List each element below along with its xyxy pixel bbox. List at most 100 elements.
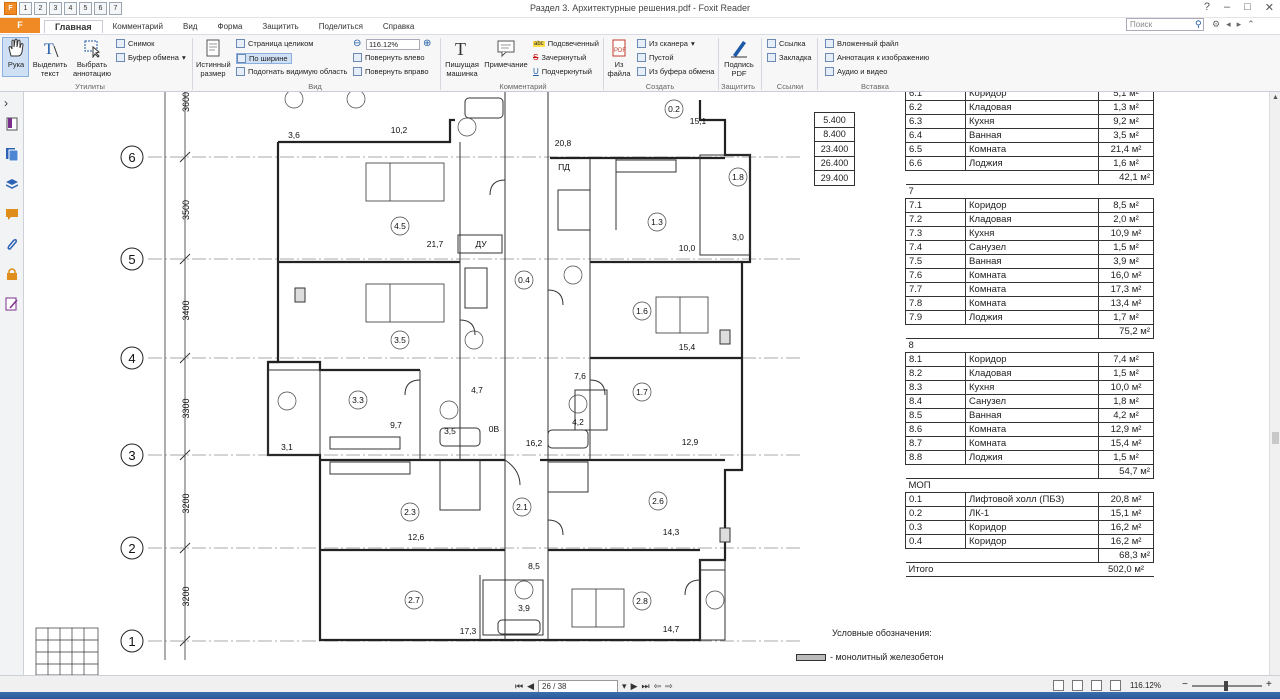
table-row: 75,2 м² (905, 324, 1154, 339)
hand-icon (8, 38, 24, 57)
from-file-button[interactable]: PDF Из файла (606, 38, 632, 78)
gear-icon[interactable]: ⚙ (1212, 19, 1220, 30)
tab-6[interactable]: Справка (373, 20, 424, 33)
zoom-field[interactable]: 116.12% (366, 39, 420, 50)
page-dropdown-icon[interactable]: ▾ (622, 681, 627, 692)
from-clipboard-button[interactable]: Из буфера обмена (637, 67, 714, 76)
rotate-right-button[interactable]: Повернуть вправо (353, 67, 429, 76)
facing-icon[interactable] (1091, 680, 1102, 691)
signature-panel-icon[interactable] (4, 296, 20, 312)
highlight-button[interactable]: abc Подсвеченный (533, 39, 599, 48)
zoom-out-icon[interactable]: ⊖ (353, 38, 361, 49)
blank-page-icon (637, 53, 646, 62)
scroll-up-icon[interactable]: ▲ (1272, 94, 1279, 101)
group-links: Ссылки (776, 82, 804, 91)
maximize-icon[interactable]: □ (1244, 1, 1251, 14)
tab-label: Форма (217, 22, 243, 31)
rotate-left-button[interactable]: Повернуть влево (353, 53, 425, 62)
link-button[interactable]: Ссылка (767, 39, 806, 48)
table-cell: 54,7 м² (1098, 464, 1154, 479)
pages-panel-icon[interactable] (4, 146, 20, 162)
bookmarks-panel-icon[interactable] (4, 116, 20, 132)
forward-icon[interactable]: ▸ (1237, 19, 1242, 30)
zoom-slider[interactable] (1192, 681, 1262, 691)
zoom-in-icon[interactable]: ⊕ (423, 38, 431, 49)
layers-panel-icon[interactable] (4, 176, 20, 192)
attachments-panel-icon[interactable] (4, 236, 20, 252)
comments-panel-icon[interactable] (4, 206, 20, 222)
zoom-slider-knob[interactable] (1224, 681, 1228, 691)
select-text-button[interactable]: T Выделить текст (32, 38, 68, 78)
attachment-button[interactable]: Вложенный файл (825, 39, 899, 48)
tab-3[interactable]: Форма (207, 20, 252, 33)
continuous-icon[interactable] (1072, 680, 1083, 691)
help-icon[interactable]: ? (1204, 1, 1210, 14)
file-tab[interactable]: F (0, 18, 40, 33)
search-icon[interactable]: ⚲ (1195, 19, 1202, 30)
next-view-icon[interactable]: ⇨ (665, 681, 673, 692)
search-input[interactable]: Поиск (1126, 18, 1204, 31)
image-annotation-button[interactable]: Аннотация к изображению (825, 53, 929, 62)
collapse-ribbon-icon[interactable]: ⌃ (1247, 19, 1255, 30)
vertical-scrollbar[interactable]: ▲ (1269, 92, 1280, 675)
highlight-icon: abc (533, 40, 545, 47)
table-cell: Лифтовой холл (ПБЗ) (965, 492, 1099, 507)
typewriter-button[interactable]: T Пишущая машинка (443, 38, 481, 78)
tab-4[interactable]: Защитить (252, 20, 308, 33)
actual-size-button[interactable]: Истинный размер (196, 38, 231, 78)
table-cell: 8.4 (905, 394, 966, 409)
tab-0[interactable]: Главная (44, 20, 103, 33)
last-page-icon[interactable]: ⏭ (641, 681, 649, 692)
table-cell: Комната (965, 296, 1099, 311)
underline-button[interactable]: U Подчеркнутый (533, 67, 592, 76)
table-cell: Лоджия (965, 156, 1099, 171)
document-view[interactable]: 654321 360035003400330032003200 421,742,… (24, 92, 1269, 675)
strikeout-button[interactable]: S Зачеркнутый (533, 53, 586, 62)
close-icon[interactable]: ✕ (1265, 1, 1274, 14)
prev-view-icon[interactable]: ⇦ (654, 681, 662, 692)
tab-5[interactable]: Поделиться (309, 20, 373, 33)
minimize-icon[interactable]: – (1224, 1, 1230, 14)
lock-icon[interactable] (4, 266, 20, 282)
select-arrow-icon (84, 40, 101, 58)
tab-2[interactable]: Вид (173, 20, 207, 33)
plan-label: 4,7 (471, 385, 483, 395)
hand-tool-button[interactable]: Рука (3, 38, 29, 69)
status-zoom[interactable]: 116.12% (1130, 681, 1161, 690)
fit-visible-button[interactable]: Подогнать видимую область (236, 67, 347, 76)
zoom-in-status-icon[interactable]: + (1266, 679, 1272, 690)
fit-width-button[interactable]: По ширине (236, 53, 292, 64)
scanner-icon (637, 39, 646, 48)
prev-page-icon[interactable]: ◀ (527, 681, 534, 692)
from-scanner-button[interactable]: Из сканера ▾ (637, 39, 695, 48)
next-page-icon[interactable]: ▶ (631, 681, 638, 692)
sign-pdf-button[interactable]: Подпись PDF (721, 38, 757, 78)
note-button[interactable]: Примечание (484, 38, 528, 69)
plan-label: 1.3 (651, 217, 663, 227)
single-page-icon[interactable] (1053, 680, 1064, 691)
zoom-out-status-icon[interactable]: − (1182, 679, 1188, 690)
table-cell: Коридор (965, 520, 1099, 535)
table-row: Итого 502,0 м² (905, 562, 1154, 577)
table-cell: МОП (905, 478, 966, 493)
navigation-sidebar: › (0, 92, 24, 675)
collapse-panel-icon[interactable]: › (4, 96, 20, 112)
back-icon[interactable]: ◂ (1226, 19, 1231, 30)
first-page-icon[interactable]: ⏮ (515, 681, 523, 692)
snapshot-button[interactable]: Снимок (116, 39, 154, 48)
blank-button[interactable]: Пустой (637, 53, 674, 62)
continuous-facing-icon[interactable] (1110, 680, 1121, 691)
axis-label: 2 (128, 541, 135, 556)
page-icon (206, 39, 220, 57)
scrollbar-thumb[interactable] (1272, 432, 1279, 444)
tab-1[interactable]: Комментарий (103, 20, 173, 33)
table-cell: Санузел (965, 394, 1099, 409)
bookmark-button[interactable]: Закладка (767, 53, 812, 62)
table-cell (965, 464, 1099, 479)
clipboard-button[interactable]: Буфер обмена ▾ (116, 53, 186, 62)
audio-video-button[interactable]: Аудио и видео (825, 67, 887, 76)
select-annotation-button[interactable]: Выбрать аннотацию (70, 38, 114, 78)
table-row: 8.6 Комната 12,9 м² (905, 422, 1154, 437)
fit-page-button[interactable]: Страница целиком (236, 39, 313, 48)
table-cell: 8 (905, 338, 966, 353)
